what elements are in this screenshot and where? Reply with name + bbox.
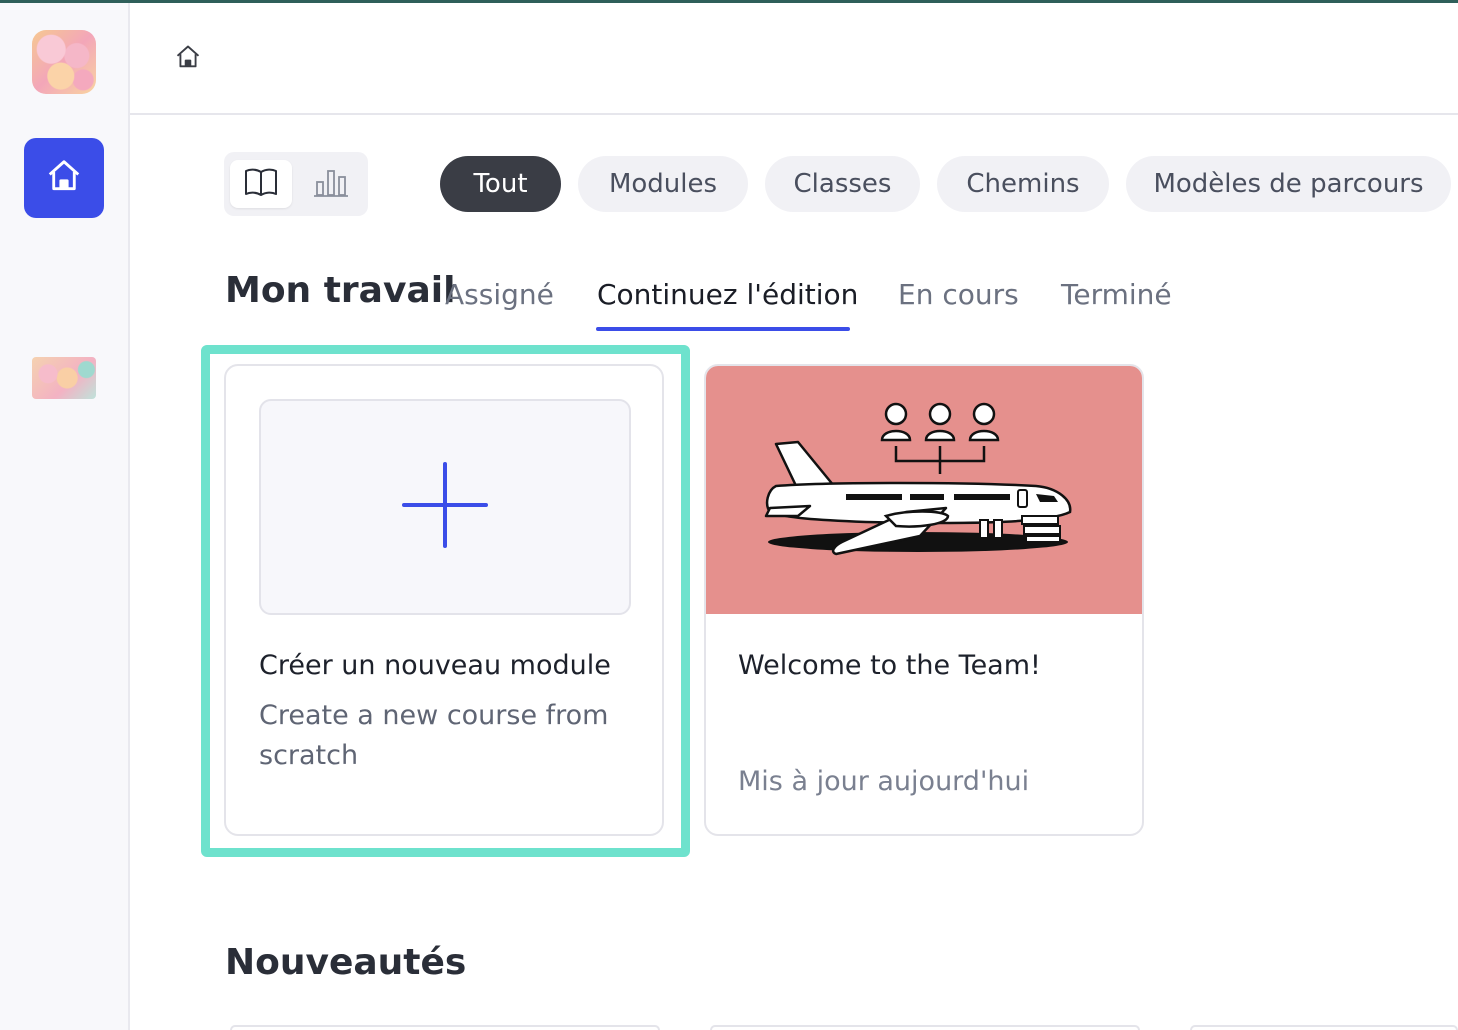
filter-classes[interactable]: Classes [765, 156, 920, 212]
create-tile [259, 399, 631, 615]
create-card-title: Créer un nouveau module [259, 650, 611, 681]
view-toggle [224, 152, 368, 216]
filter-all[interactable]: Tout [440, 156, 561, 212]
profile-avatar[interactable] [32, 357, 96, 399]
filter-path-templates[interactable]: Modèles de parcours [1126, 156, 1451, 212]
course-thumbnail [706, 366, 1142, 614]
create-module-card[interactable]: Créer un nouveau module Create a new cou… [224, 364, 664, 836]
tab-continue-editing[interactable]: Continuez l'édition [597, 278, 858, 311]
breadcrumb-home[interactable] [172, 43, 204, 75]
view-toggle-analytics[interactable] [300, 160, 362, 208]
my-work-title: Mon travail [225, 270, 456, 311]
airplane-team-illustration [706, 402, 1142, 618]
view-toggle-library[interactable] [230, 160, 292, 208]
filter-modules[interactable]: Modules [578, 156, 748, 212]
bar-chart-icon [313, 166, 349, 202]
top-bar [130, 3, 1458, 115]
whats-new-card[interactable] [1190, 1025, 1458, 1030]
course-updated-text: Mis à jour aujourd'hui [738, 766, 1030, 797]
whats-new-card[interactable] [710, 1025, 1140, 1030]
tab-completed[interactable]: Terminé [1061, 278, 1172, 311]
book-open-icon [243, 166, 279, 202]
whats-new-title: Nouveautés [225, 942, 467, 983]
whats-new-card[interactable] [230, 1025, 660, 1030]
home-icon [45, 157, 83, 199]
workspace-avatar[interactable] [32, 30, 96, 94]
create-card-description: Create a new course from scratch [259, 700, 609, 771]
active-tab-indicator [596, 327, 850, 331]
tab-assigned[interactable]: Assigné [445, 278, 554, 311]
sidebar-item-home[interactable] [24, 138, 104, 218]
plus-icon [400, 460, 490, 554]
filter-paths[interactable]: Chemins [937, 156, 1109, 212]
tab-in-progress[interactable]: En cours [898, 278, 1019, 311]
course-card[interactable]: Welcome to the Team! Mis à jour aujourd'… [704, 364, 1144, 836]
home-outline-icon [174, 43, 202, 75]
sidebar [0, 3, 130, 1030]
course-card-title: Welcome to the Team! [738, 650, 1041, 681]
